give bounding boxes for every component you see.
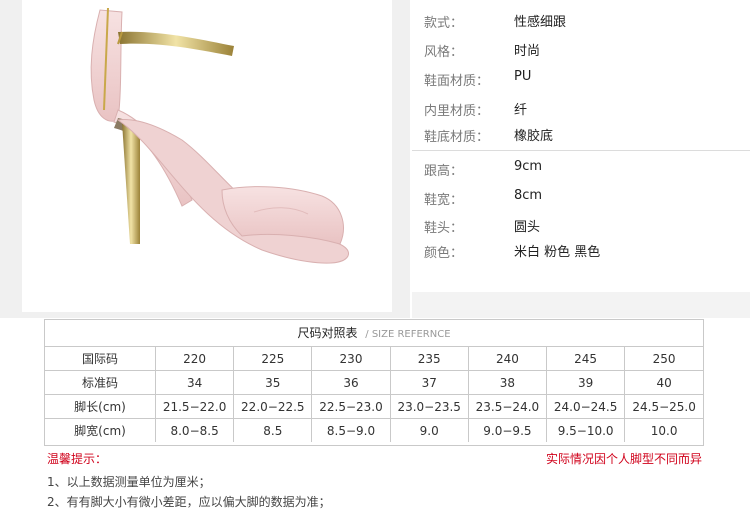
row-header: 国际码 <box>45 347 156 371</box>
specs-panel: 款式： 性感细跟 风格： 时尚 鞋面材质： PU 内里材质： 纤 鞋底材质： 橡… <box>412 0 750 318</box>
product-photo <box>22 0 392 312</box>
table-row: 标准码 34 35 36 37 38 39 40 <box>45 370 703 395</box>
spec-value: 8cm <box>514 188 543 203</box>
tips-right-note: 实际情况因个人脚型不同而异 <box>545 452 702 466</box>
row-header: 脚长(cm) <box>45 394 156 419</box>
product-photo-area <box>0 0 410 318</box>
size-table: 国际码 220 225 230 235 240 245 250 标准码 34 3… <box>45 347 703 442</box>
table-cell: 36 <box>311 370 391 395</box>
table-cell: 35 <box>233 370 313 395</box>
spec-row-style: 款式： 性感细跟 <box>412 8 750 34</box>
sandal-image <box>90 7 349 264</box>
spec-label: 内里材质： <box>424 104 490 119</box>
spec-value: PU <box>514 69 532 84</box>
table-row: 脚宽(cm) 8.0−8.5 8.5 8.5−9.0 9.0 9.0−9.5 9… <box>45 418 703 442</box>
table-cell: 22.5−23.0 <box>311 394 391 419</box>
table-cell: 225 <box>233 347 313 371</box>
spec-row-upper: 鞋面材质： PU <box>412 66 750 92</box>
size-chart-title-zh: 尺码对照表 <box>297 326 358 340</box>
spec-value: 米白 粉色 黑色 <box>514 245 601 260</box>
row-header: 标准码 <box>45 370 156 395</box>
spec-group-dimensions: 跟高： 9cm 鞋宽： 8cm 鞋头： 圆头 颜色： 米白 粉色 黑色 <box>412 152 750 272</box>
specs-card: 款式： 性感细跟 风格： 时尚 鞋面材质： PU 内里材质： 纤 鞋底材质： 橡… <box>412 0 750 292</box>
table-cell: 10.0 <box>624 418 703 442</box>
table-cell: 21.5−22.0 <box>154 394 235 419</box>
table-row: 脚长(cm) 21.5−22.0 22.0−22.5 22.5−23.0 23.… <box>45 394 703 419</box>
table-cell: 9.0−9.5 <box>467 418 548 442</box>
table-cell: 220 <box>154 347 235 371</box>
spec-value: 性感细跟 <box>514 15 567 30</box>
table-cell: 22.0−22.5 <box>233 394 313 419</box>
spec-label: 鞋宽： <box>424 193 464 208</box>
spec-label: 风格： <box>424 45 464 60</box>
tips-label: 温馨提示： <box>47 452 108 466</box>
spec-value: 时尚 <box>514 44 541 59</box>
table-cell: 38 <box>467 370 548 395</box>
spec-value: 圆头 <box>514 220 541 235</box>
spec-value: 橡胶底 <box>514 129 554 144</box>
spec-group-basic: 款式： 性感细跟 风格： 时尚 鞋面材质： PU 内里材质： 纤 鞋底材质： 橡… <box>412 0 750 151</box>
table-cell: 9.0 <box>389 418 469 442</box>
table-cell: 235 <box>389 347 469 371</box>
table-cell: 24.0−24.5 <box>546 394 626 419</box>
spec-row-heel-height: 跟高： 9cm <box>412 156 750 182</box>
spec-label: 鞋底材质： <box>424 130 490 145</box>
spec-row-color: 颜色： 米白 粉色 黑色 <box>412 238 750 264</box>
note-item: 2、有有脚大小有微小差距，应以偏大脚的数据为准； <box>47 495 331 509</box>
table-cell: 39 <box>546 370 626 395</box>
spec-row-width: 鞋宽： 8cm <box>412 185 750 211</box>
spec-label: 颜色： <box>424 246 464 261</box>
spec-row-sole: 鞋底材质： 橡胶底 <box>412 122 750 148</box>
table-cell: 8.5 <box>233 418 313 442</box>
table-cell: 9.5−10.0 <box>546 418 626 442</box>
spec-label: 款式： <box>424 16 464 31</box>
table-cell: 23.0−23.5 <box>389 394 469 419</box>
table-cell: 40 <box>624 370 703 395</box>
table-cell: 23.5−24.0 <box>467 394 548 419</box>
row-header: 脚宽(cm) <box>45 418 156 442</box>
table-cell: 8.0−8.5 <box>154 418 235 442</box>
spec-label: 鞋头： <box>424 221 464 236</box>
table-cell: 240 <box>467 347 548 371</box>
spec-value: 9cm <box>514 159 543 174</box>
table-row: 国际码 220 225 230 235 240 245 250 <box>45 347 703 371</box>
spec-row-toe: 鞋头： 圆头 <box>412 213 750 239</box>
spec-label: 跟高： <box>424 164 464 179</box>
spec-value: 纤 <box>514 103 528 118</box>
size-chart-title: 尺码对照表 / SIZE REFERNCE <box>45 320 703 347</box>
table-cell: 34 <box>154 370 235 395</box>
spec-row-lining: 内里材质： 纤 <box>412 96 750 122</box>
table-cell: 230 <box>311 347 391 371</box>
table-cell: 24.5−25.0 <box>624 394 703 419</box>
spec-row-fashion: 风格： 时尚 <box>412 37 750 63</box>
tips-notes: 1、以上数据测量单位为厘米； 2、有有脚大小有微小差距，应以偏大脚的数据为准； <box>47 472 331 512</box>
size-chart-title-en: / SIZE REFERNCE <box>365 329 451 340</box>
spec-label: 鞋面材质： <box>424 74 490 89</box>
table-cell: 250 <box>624 347 703 371</box>
table-cell: 37 <box>389 370 469 395</box>
table-cell: 8.5−9.0 <box>311 418 391 442</box>
size-chart: 尺码对照表 / SIZE REFERNCE 国际码 220 225 230 23… <box>44 319 704 446</box>
table-cell: 245 <box>546 347 626 371</box>
note-item: 1、以上数据测量单位为厘米； <box>47 475 211 489</box>
